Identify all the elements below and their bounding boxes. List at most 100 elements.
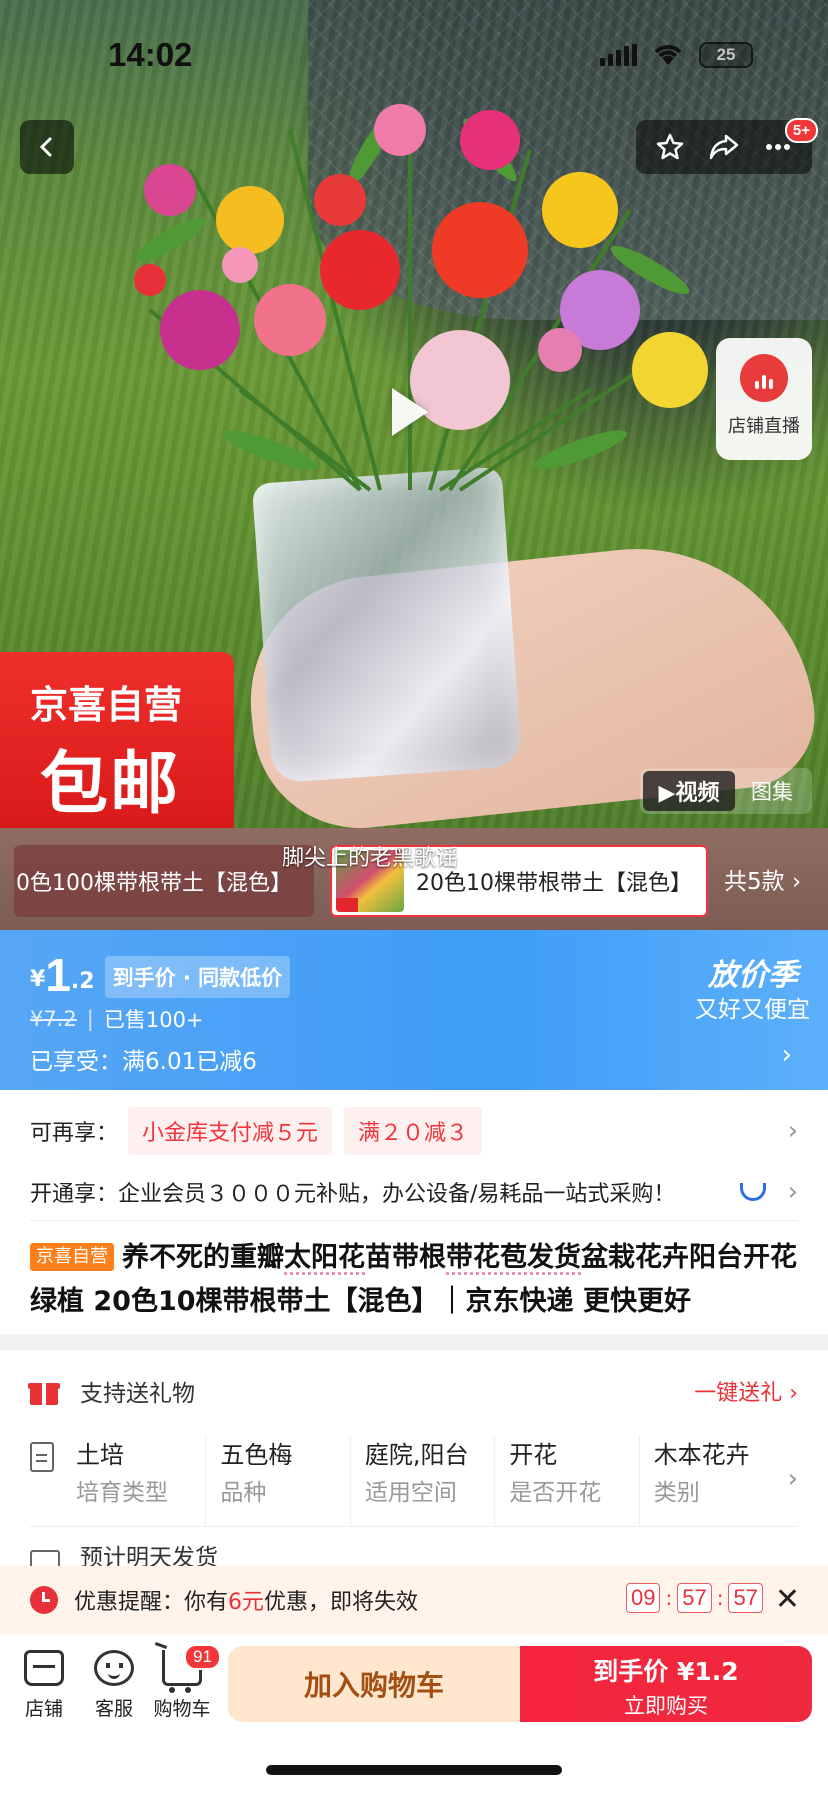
- price-tag: 到手价 · 同款低价: [104, 956, 291, 998]
- title-text: 养不死的重瓣: [122, 1242, 284, 1273]
- attribute-key: 适用空间: [364, 1480, 457, 1506]
- back-button[interactable]: [20, 120, 74, 174]
- reminder-text: 优惠提醒：你有6元优惠，即将失效: [74, 1590, 419, 1615]
- applied-discount: 已享受：满6.01已减6: [30, 1049, 257, 1075]
- offer-card: 可再享： 小金库支付减５元 满２０减３ › 开通享：企业会员３０００元补贴，办公…: [0, 1090, 828, 1334]
- offer-label: 可再享：: [30, 1121, 119, 1146]
- divider: [30, 1220, 798, 1221]
- share-icon[interactable]: [708, 132, 740, 162]
- status-time: 14:02: [108, 36, 193, 73]
- attribute-item: 木本花卉 类别: [654, 1436, 784, 1526]
- sold-count: 已售100+: [103, 1008, 204, 1032]
- promo-sticker-top: 京喜自营: [30, 683, 183, 727]
- discount-reminder-bar[interactable]: 优惠提醒：你有6元优惠，即将失效 09 : 57 : 57 ✕: [0, 1566, 828, 1634]
- promo-sticker-bottom: 包邮: [40, 745, 181, 824]
- variant-option[interactable]: 20色100棵带根带土【混色】: [14, 845, 314, 917]
- attribute-item: 庭院,阳台 适用空间: [364, 1436, 496, 1526]
- attribute-value: 土培: [76, 1441, 124, 1469]
- divider: |: [86, 1007, 94, 1031]
- store-icon: [24, 1650, 64, 1686]
- tab-gallery[interactable]: 图集: [735, 776, 809, 806]
- attribute-item: 土培 培育类型: [76, 1436, 207, 1526]
- cart-count-badge: 91: [184, 1644, 221, 1670]
- attribute-key: 品种: [220, 1480, 267, 1506]
- price-decimal: .2: [70, 969, 95, 994]
- price-integer: 1: [45, 949, 71, 1001]
- customer-service-label: 客服: [94, 1698, 133, 1720]
- reminder-amount: 6元: [228, 1590, 265, 1615]
- battery-icon: 25: [699, 42, 753, 68]
- title-keyword[interactable]: 太阳花: [284, 1242, 365, 1273]
- divider: [30, 1526, 798, 1527]
- buy-now-label: 立即购买: [624, 1694, 708, 1718]
- customer-service-button[interactable]: 客服: [76, 1650, 152, 1721]
- favorite-star-icon[interactable]: [655, 132, 685, 162]
- coupon-tag[interactable]: 小金库支付减５元: [128, 1107, 333, 1155]
- offer-row[interactable]: 可再享： 小金库支付减５元 满２０减３ ›: [30, 1107, 798, 1155]
- tab-video[interactable]: ▶视频: [643, 771, 735, 811]
- attribute-value: 开花: [509, 1441, 558, 1469]
- coupon-tag[interactable]: 满２０减３: [344, 1107, 483, 1155]
- wifi-icon: [654, 45, 682, 65]
- attribute-key: 培育类型: [76, 1480, 168, 1506]
- campaign-subtitle: 又好又便宜: [695, 997, 810, 1023]
- price-panel[interactable]: ¥ 1 .2 到手价 · 同款低价 ¥7.2 | 已售100+ 已享受：满6.0…: [0, 930, 828, 1090]
- video-caption: 脚尖上的老黑歌谣: [282, 846, 459, 871]
- send-gift-link[interactable]: 一键送礼 ›: [694, 1375, 798, 1407]
- member-offer-row[interactable]: 开通享：企业会员３０００元补贴，办公设备/易耗品一站式采购！ ›: [30, 1170, 798, 1214]
- cart-label: 购物车: [153, 1698, 211, 1720]
- countdown-seconds: 57: [728, 1583, 763, 1613]
- attribute-item: 开花 是否开花: [509, 1436, 640, 1526]
- store-button[interactable]: 店铺: [6, 1650, 82, 1721]
- store-label: 店铺: [24, 1698, 63, 1720]
- variant-count-link[interactable]: 共5款 ›: [724, 862, 801, 896]
- store-live-label: 店铺直播: [728, 416, 800, 437]
- attribute-card: 支持送礼物 一键送礼 › 土培 培育类型 五色梅 品种 庭院,阳台 适用空间 开…: [0, 1350, 828, 1570]
- chevron-right-icon: ›: [787, 1177, 798, 1207]
- store-live-button[interactable]: 店铺直播: [716, 338, 812, 460]
- status-bar: 14:02 25: [0, 0, 828, 110]
- attribute-list[interactable]: 土培 培育类型 五色梅 品种 庭院,阳台 适用空间 开花 是否开花 木本花卉 类…: [30, 1436, 798, 1526]
- document-icon: [30, 1442, 54, 1472]
- member-offer-text: 开通享：企业会员３０００元补贴，办公设备/易耗品一站式采购！: [30, 1182, 676, 1207]
- campaign-title: 放价季: [708, 958, 798, 993]
- chevron-right-icon: ›: [781, 1040, 792, 1070]
- home-indicator: [266, 1765, 562, 1775]
- enterprise-member-icon: [740, 1183, 766, 1201]
- attribute-value: 五色梅: [220, 1441, 293, 1469]
- bottom-action-bar: 店铺 客服 购物车 91 加入购物车 到手价 ¥1.2 立即购买: [0, 1634, 828, 1795]
- close-icon[interactable]: ✕: [775, 1582, 800, 1617]
- original-price: ¥7.2: [30, 1007, 77, 1031]
- gift-label: 支持送礼物: [80, 1381, 195, 1407]
- chevron-left-icon: [39, 137, 52, 157]
- price-currency: ¥: [30, 967, 46, 992]
- attribute-item: 五色梅 品种: [220, 1436, 351, 1526]
- attribute-key: 是否开花: [509, 1480, 602, 1506]
- live-icon: [740, 354, 788, 402]
- add-to-cart-button[interactable]: 加入购物车: [228, 1646, 520, 1722]
- attribute-value: 木本花卉: [653, 1441, 750, 1469]
- cellular-signal-icon: [600, 44, 637, 66]
- play-video-button[interactable]: [392, 388, 428, 436]
- product-title: 京喜自营 养不死的重瓣太阳花苗带根带花苞发货盆栽花卉阳台开花绿植 20色10棵带根…: [30, 1236, 798, 1324]
- battery-level: 25: [716, 45, 736, 64]
- countdown-minutes: 57: [677, 1583, 712, 1613]
- title-text: 苗带根: [365, 1242, 446, 1273]
- customer-service-icon: [94, 1650, 134, 1686]
- attribute-value: 庭院,阳台: [364, 1441, 469, 1469]
- promo-sticker: 京喜自营 包邮: [0, 652, 234, 828]
- attribute-key: 类别: [653, 1480, 700, 1506]
- countdown-timer: 09 : 57 : 57: [626, 1583, 763, 1613]
- gift-icon: [28, 1377, 60, 1405]
- message-badge: 5+: [784, 118, 818, 143]
- flower-bouquet: [134, 104, 708, 492]
- title-keyword[interactable]: 带花苞发货: [446, 1242, 581, 1273]
- chevron-right-icon: ›: [787, 1116, 798, 1146]
- self-operated-badge: 京喜自营: [30, 1243, 114, 1271]
- countdown-hours: 09: [626, 1583, 661, 1613]
- variant-label: 20色100棵带根带土【混色】: [14, 871, 292, 896]
- gift-row[interactable]: 支持送礼物 一键送礼 ›: [28, 1364, 798, 1418]
- media-toggle: ▶视频 图集: [640, 768, 812, 814]
- buy-now-button[interactable]: 到手价 ¥1.2 立即购买: [520, 1646, 812, 1722]
- clock-icon: [30, 1586, 58, 1614]
